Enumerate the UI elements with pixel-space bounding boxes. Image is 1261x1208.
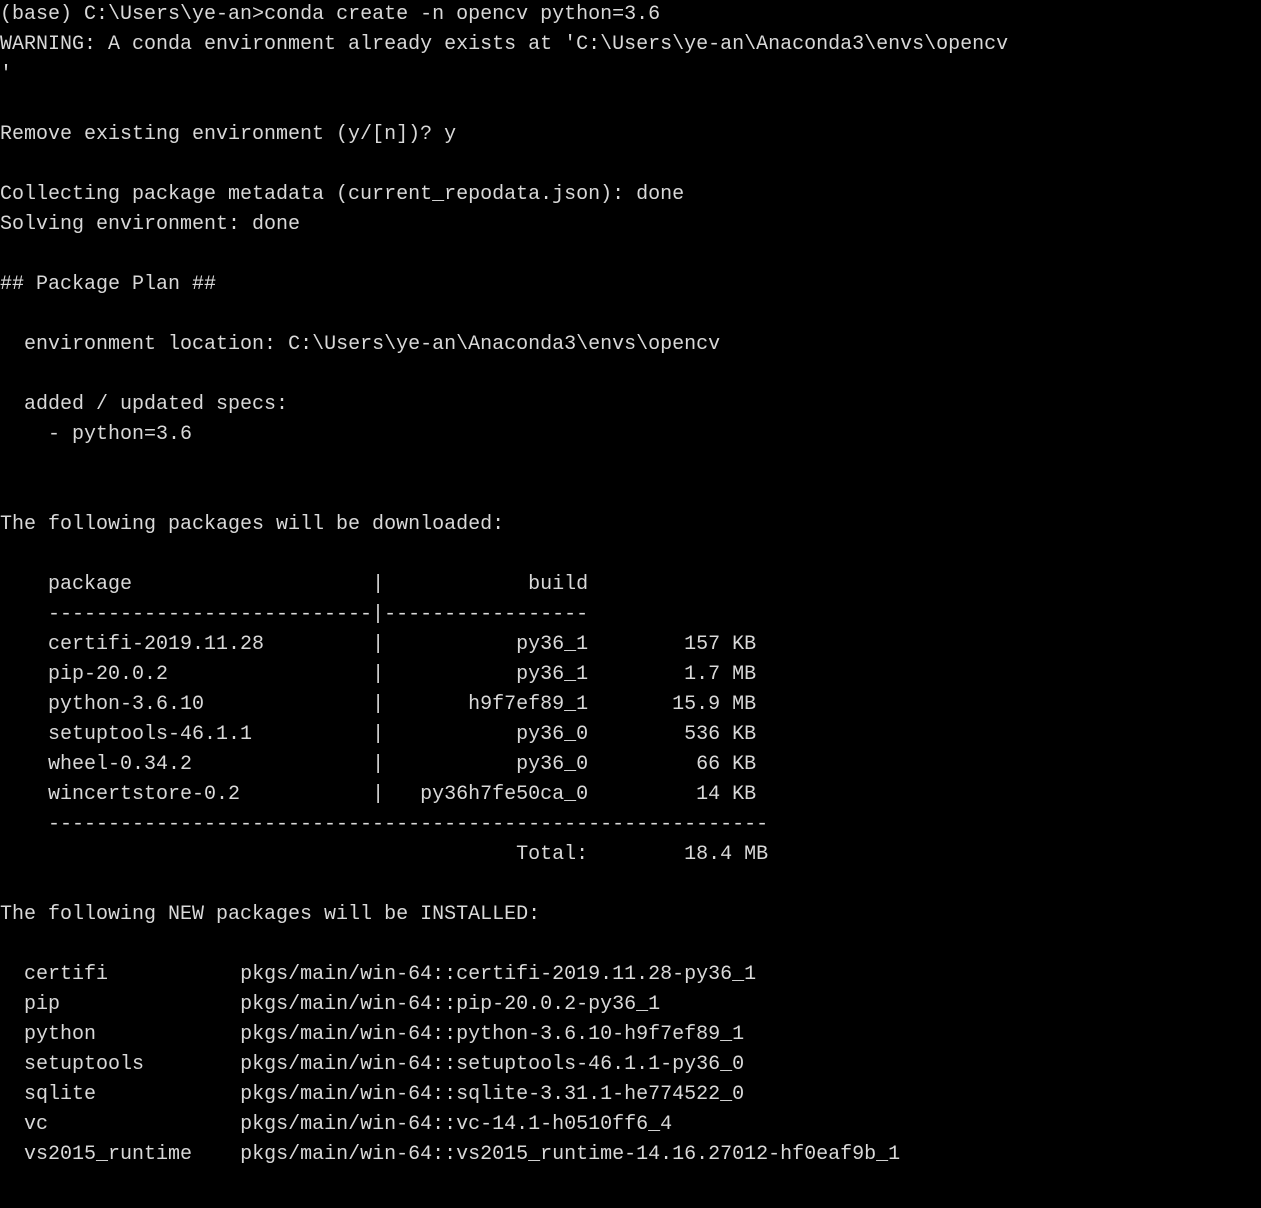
dl-row-size: 66 KB bbox=[588, 753, 756, 776]
install-row-name: certifi bbox=[24, 963, 240, 986]
install-row-name: vc bbox=[24, 1113, 240, 1136]
prompt-cmd[interactable]: conda create -n opencv python=3.6 bbox=[264, 3, 660, 26]
install-row: vs2015_runtime pkgs/main/win-64::vs2015_… bbox=[0, 1143, 900, 1166]
dl-row-build: py36_1 bbox=[384, 663, 588, 686]
dl-row: wincertstore-0.2 | py36h7fe50ca_0 14 KB bbox=[0, 783, 756, 806]
install-row-name: pip bbox=[24, 993, 240, 1016]
install-row: sqlite pkgs/main/win-64::sqlite-3.31.1-h… bbox=[0, 1083, 744, 1106]
dl-sep-top: ---------------------------|------------… bbox=[0, 603, 588, 626]
dl-row-build: py36h7fe50ca_0 bbox=[384, 783, 588, 806]
dl-row-size: 157 KB bbox=[588, 633, 756, 656]
dl-row-build: h9f7ef89_1 bbox=[384, 693, 588, 716]
plan-header: ## Package Plan ## bbox=[0, 273, 216, 296]
dl-header-build: build bbox=[528, 573, 588, 596]
dl-header-package: package bbox=[48, 573, 132, 596]
dl-row-size: 536 KB bbox=[588, 723, 756, 746]
dl-row-build: py36_1 bbox=[384, 633, 588, 656]
dl-row-pkg: wincertstore-0.2 bbox=[48, 783, 372, 806]
install-row-spec: pkgs/main/win-64::setuptools-46.1.1-py36… bbox=[240, 1053, 744, 1076]
dl-row-size: 14 KB bbox=[588, 783, 756, 806]
dl-row-pkg: pip-20.0.2 bbox=[48, 663, 372, 686]
collecting-line: Collecting package metadata (current_rep… bbox=[0, 183, 684, 206]
dl-row-size: 15.9 MB bbox=[588, 693, 756, 716]
install-row-spec: pkgs/main/win-64::vs2015_runtime-14.16.2… bbox=[240, 1143, 900, 1166]
env-location-value: C:\Users\ye-an\Anaconda3\envs\opencv bbox=[288, 333, 720, 356]
solving-line: Solving environment: done bbox=[0, 213, 300, 236]
install-row: certifi pkgs/main/win-64::certifi-2019.1… bbox=[0, 963, 756, 986]
terminal-output: (base) C:\Users\ye-an>conda create -n op… bbox=[0, 0, 1261, 1170]
dl-row-pkg: certifi-2019.11.28 bbox=[48, 633, 372, 656]
install-row-name: sqlite bbox=[24, 1083, 240, 1106]
install-row-spec: pkgs/main/win-64::vc-14.1-h0510ff6_4 bbox=[240, 1113, 672, 1136]
dl-row: setuptools-46.1.1 | py36_0 536 KB bbox=[0, 723, 756, 746]
install-row-spec: pkgs/main/win-64::certifi-2019.11.28-py3… bbox=[240, 963, 756, 986]
dl-row-build: py36_0 bbox=[384, 723, 588, 746]
dl-row: python-3.6.10 | h9f7ef89_1 15.9 MB bbox=[0, 693, 756, 716]
install-row-spec: pkgs/main/win-64::pip-20.0.2-py36_1 bbox=[240, 993, 660, 1016]
dl-row: wheel-0.34.2 | py36_0 66 KB bbox=[0, 753, 756, 776]
install-row: setuptools pkgs/main/win-64::setuptools-… bbox=[0, 1053, 744, 1076]
prompt-line: (base) C:\Users\ye-an>conda create -n op… bbox=[0, 3, 660, 26]
total-label: Total: bbox=[516, 843, 588, 866]
spec-item: - python=3.6 bbox=[48, 423, 192, 446]
prompt-env: (base) bbox=[0, 3, 72, 26]
install-row-spec: pkgs/main/win-64::sqlite-3.31.1-he774522… bbox=[240, 1083, 744, 1106]
install-row: vc pkgs/main/win-64::vc-14.1-h0510ff6_4 bbox=[0, 1113, 672, 1136]
dl-row: certifi-2019.11.28 | py36_1 157 KB bbox=[0, 633, 756, 656]
remove-prompt: Remove existing environment (y/[n])? bbox=[0, 123, 432, 146]
remove-prompt-line: Remove existing environment (y/[n])? y bbox=[0, 123, 456, 146]
total-value: 18.4 MB bbox=[684, 843, 768, 866]
dl-row-pkg: python-3.6.10 bbox=[48, 693, 372, 716]
dl-sep-bottom: ----------------------------------------… bbox=[0, 813, 768, 836]
env-location-label: environment location: bbox=[24, 333, 276, 356]
remove-answer[interactable]: y bbox=[444, 123, 456, 146]
install-intro: The following NEW packages will be INSTA… bbox=[0, 903, 540, 926]
dl-row-pkg: wheel-0.34.2 bbox=[48, 753, 372, 776]
install-row: python pkgs/main/win-64::python-3.6.10-h… bbox=[0, 1023, 744, 1046]
install-row-name: python bbox=[24, 1023, 240, 1046]
dl-row-size: 1.7 MB bbox=[588, 663, 756, 686]
specs-label: added / updated specs: bbox=[24, 393, 288, 416]
install-row-name: vs2015_runtime bbox=[24, 1143, 240, 1166]
download-intro: The following packages will be downloade… bbox=[0, 513, 504, 536]
dl-row: pip-20.0.2 | py36_1 1.7 MB bbox=[0, 663, 756, 686]
dl-row-build: py36_0 bbox=[384, 753, 588, 776]
warning-line: WARNING: A conda environment already exi… bbox=[0, 33, 1008, 56]
install-row: pip pkgs/main/win-64::pip-20.0.2-py36_1 bbox=[0, 993, 660, 1016]
warning-tail: ' bbox=[0, 63, 12, 86]
dl-row-pkg: setuptools-46.1.1 bbox=[48, 723, 372, 746]
prompt-cwd: C:\Users\ye-an> bbox=[84, 3, 264, 26]
install-row-spec: pkgs/main/win-64::python-3.6.10-h9f7ef89… bbox=[240, 1023, 744, 1046]
install-row-name: setuptools bbox=[24, 1053, 240, 1076]
